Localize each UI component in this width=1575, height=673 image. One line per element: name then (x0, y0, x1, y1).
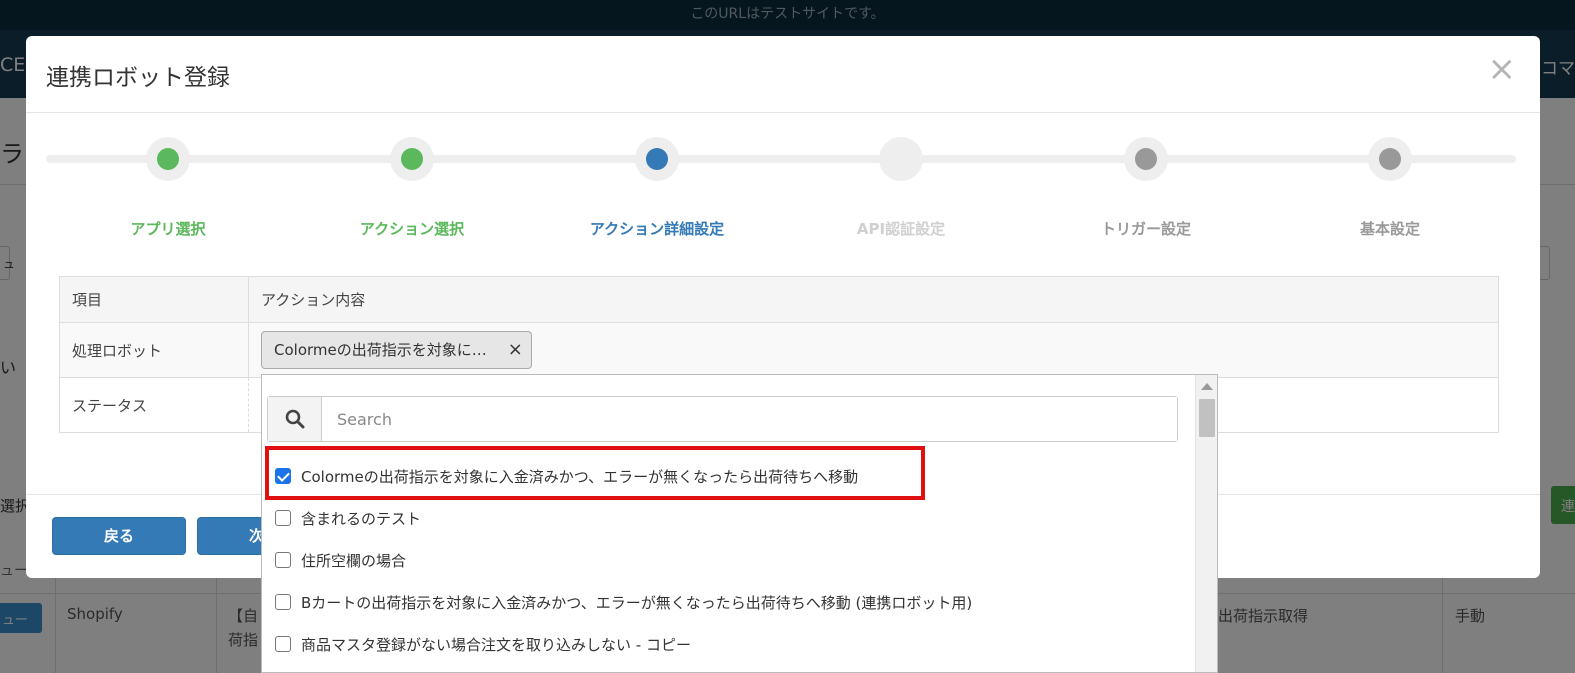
option-checkbox[interactable] (275, 510, 291, 526)
step-dot (646, 148, 668, 170)
step-label: アプリ選択 (130, 220, 206, 238)
step-trigger: トリガー設定 (1046, 134, 1246, 239)
option-checkbox[interactable] (275, 552, 291, 568)
column-header-action: アクション内容 (248, 276, 1499, 323)
close-icon[interactable]: × (1488, 52, 1517, 86)
scroll-up-arrow-icon[interactable] (1201, 383, 1213, 390)
step-label: トリガー設定 (1100, 220, 1191, 238)
robot-select-dropdown: Colormeの出荷指示を対象に入金済みかつ、エラーが無くなったら出荷待ちへ移動… (261, 374, 1218, 673)
step-dot (890, 148, 912, 170)
dropdown-option[interactable]: 商品マスタ登録がない場合注文を取り込みしない - コピー (275, 629, 691, 659)
search-icon (268, 397, 322, 441)
search-box (267, 396, 1178, 442)
option-label: 含まれるのテスト (301, 509, 422, 528)
step-label: API認証設定 (856, 220, 946, 238)
table-header-row: 項目 アクション内容 (59, 276, 1499, 323)
option-checkbox[interactable] (275, 636, 291, 652)
column-header-item: 項目 (59, 276, 249, 323)
step-action-detail: アクション詳細設定 (557, 134, 757, 239)
step-action-select: アクション選択 (312, 134, 512, 239)
dropdown-option[interactable]: 住所空欄の場合 (275, 545, 406, 575)
row-label-status: ステータス (59, 377, 249, 433)
dropdown-option[interactable]: Bカートの出荷指示を対象に入金済みかつ、エラーが無くなったら出荷待ちへ移動 (連… (275, 587, 972, 617)
modal-header: 連携ロボット登録 × (26, 36, 1540, 113)
option-label: Bカートの出荷指示を対象に入金済みかつ、エラーが無くなったら出荷待ちへ移動 (連… (301, 593, 973, 612)
option-checkbox[interactable] (275, 594, 291, 610)
remove-tag-icon[interactable]: × (508, 332, 523, 368)
table-row: 処理ロボット Colormeの出荷指示を対象に入金済みかつ、エラーが無くなったら… (59, 322, 1499, 378)
modal-title: 連携ロボット登録 (46, 65, 230, 91)
step-app-select: アプリ選択 (68, 134, 268, 239)
dropdown-option[interactable]: 含まれるのテスト (275, 503, 421, 533)
option-label: Colormeの出荷指示を対象に入金済みかつ、エラーが無くなったら出荷待ちへ移動 (301, 467, 859, 486)
back-button[interactable]: 戻る (52, 517, 186, 555)
step-basic: 基本設定 (1290, 134, 1490, 239)
row-label-robot: 処理ロボット (59, 322, 249, 378)
option-label: 住所空欄の場合 (301, 551, 407, 570)
step-api-auth: API認証設定 (801, 134, 1001, 239)
step-dot (1135, 148, 1157, 170)
scroll-thumb[interactable] (1199, 399, 1215, 437)
step-dot (401, 148, 423, 170)
selected-robot-label: Colormeの出荷指示を対象に入金済みかつ、エラーが無くなったら出荷待ちへ移動 (274, 341, 499, 359)
step-label: 基本設定 (1359, 220, 1420, 238)
step-dot (1379, 148, 1401, 170)
robot-select-cell: Colormeの出荷指示を対象に入金済みかつ、エラーが無くなったら出荷待ちへ移動… (248, 322, 1499, 378)
option-checkbox[interactable] (275, 468, 291, 484)
step-label: アクション詳細設定 (589, 220, 725, 238)
search-input[interactable] (322, 397, 1177, 441)
progress-stepper: アプリ選択 アクション選択 アクション詳細設定 API認証設定 トリガー設定 基… (46, 134, 1516, 238)
step-label: アクション選択 (359, 220, 465, 238)
dropdown-scrollbar[interactable] (1195, 375, 1217, 672)
dropdown-option[interactable]: Colormeの出荷指示を対象に入金済みかつ、エラーが無くなったら出荷待ちへ移動 (275, 461, 858, 491)
step-dot (157, 148, 179, 170)
selected-robot-tag[interactable]: Colormeの出荷指示を対象に入金済みかつ、エラーが無くなったら出荷待ちへ移動… (261, 331, 532, 369)
option-label: 商品マスタ登録がない場合注文を取り込みしない - コピー (301, 635, 691, 654)
